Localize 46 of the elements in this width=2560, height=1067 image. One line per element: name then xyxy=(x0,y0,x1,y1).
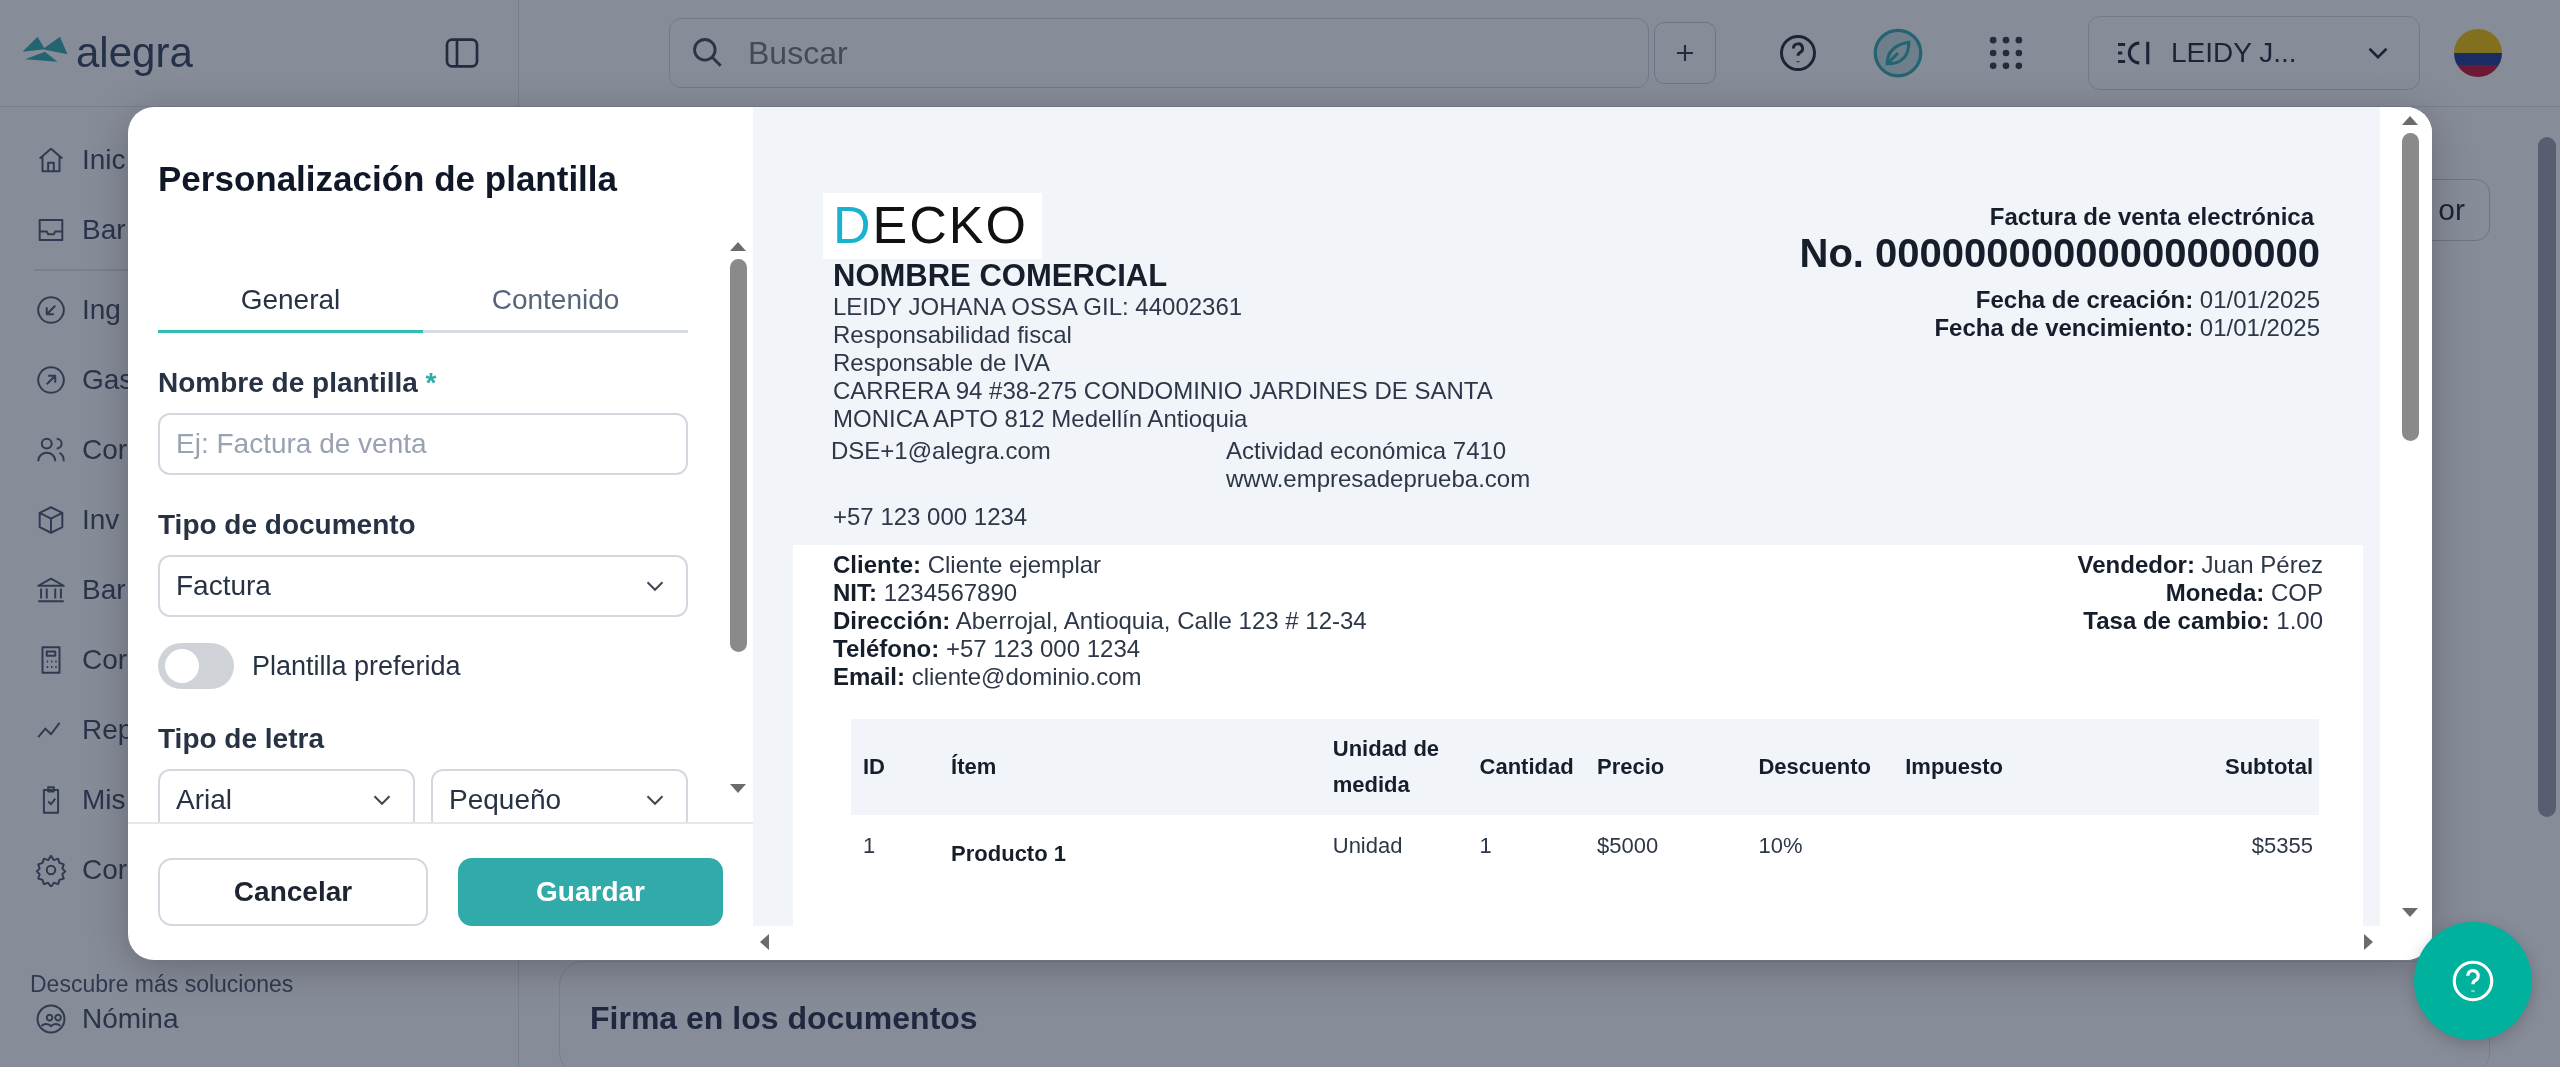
section-title: Descubre más soluciones xyxy=(29,970,295,998)
table-cell: $5355 xyxy=(2251,833,2313,858)
card-title: Firma en los documentos xyxy=(590,1000,979,1037)
field-label: Tipo de documento xyxy=(158,509,417,541)
column-header: ID xyxy=(851,719,940,815)
company-email: DSE+1@alegra.com xyxy=(831,437,1052,465)
table-cell: Producto 1 xyxy=(951,841,1066,866)
company-phone: +57 123 000 1234 xyxy=(833,503,1029,531)
table-cell: 10% xyxy=(1758,833,1803,858)
column-header: Precio xyxy=(1585,719,1747,815)
company-info: Responsabilidad fiscal xyxy=(833,321,1073,349)
sale-info: Moneda: COP xyxy=(2164,579,2323,607)
client-info: Cliente: Cliente ejemplar xyxy=(833,551,1103,579)
field-label: Nombre de plantilla xyxy=(158,367,418,398)
column-header: Descuento xyxy=(1746,719,1894,815)
client-info: Email: cliente@dominio.com xyxy=(833,663,1143,691)
invoice-number: No. 00000000000000000000 xyxy=(1799,231,2320,276)
invoice-date: Fecha de vencimiento: 01/01/2025 xyxy=(1933,314,2320,342)
required-mark: * xyxy=(425,367,437,398)
client-info: NIT: 1234567890 xyxy=(833,579,1019,607)
invoice-date: Fecha de creación: 01/01/2025 xyxy=(1974,286,2320,314)
client-info: Dirección: Aberrojal, Antioquia, Calle 123 # 12-34 xyxy=(833,607,1367,635)
logo-text: alegra xyxy=(76,29,193,77)
document-type: Factura de venta electrónica xyxy=(1988,203,2316,231)
sale-info: Tasa de cambio: 1.00 xyxy=(2082,607,2323,635)
toggle-label: Plantilla preferida xyxy=(252,650,461,682)
sale-info: Vendedor: Juan Pérez xyxy=(2077,551,2323,579)
company-website: www.empresadeprueba.com xyxy=(1226,465,1531,493)
column-header: Unidad de medida xyxy=(1320,719,1468,815)
column-header: Subtotal xyxy=(2069,719,2319,815)
company-info: Responsable de IVA xyxy=(833,349,1052,377)
company-info: LEIDY JOHANA OSSA GIL: 44002361 xyxy=(833,293,1244,321)
company-name: NOMBRE COMERCIAL xyxy=(833,259,1169,293)
client-info: Teléfono: +57 123 000 1234 xyxy=(833,635,1142,663)
column-header: Cantidad xyxy=(1467,719,1585,815)
company-activity: Actividad económica 7410 xyxy=(1226,437,1508,465)
company-logo: DECKO xyxy=(823,193,1042,259)
company-info: CARRERA 94 #38-275 CONDOMINIO JARDINES DE SANTA MONICA APTO 812 Medellín Antioquia xyxy=(833,377,1493,433)
table-cell: 1 xyxy=(863,833,876,858)
table-cell: $5000 xyxy=(1597,833,1659,858)
table-cell: 1 xyxy=(1479,833,1492,858)
dialog-title: Personalización de plantilla xyxy=(158,159,619,200)
column-header: Impuesto xyxy=(1893,719,2070,815)
field-label: Tipo de letra xyxy=(158,723,326,755)
table-cell: Unidad xyxy=(1332,833,1403,858)
column-header: Ítem xyxy=(939,719,1321,815)
